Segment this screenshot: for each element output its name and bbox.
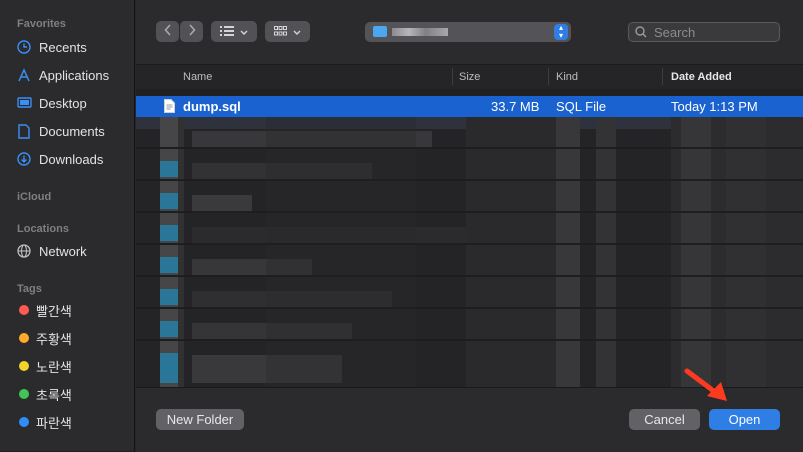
- sidebar-tag-yellow[interactable]: 노란색: [19, 355, 72, 377]
- open-file-dialog: Favorites Recents Applications Desktop D…: [0, 0, 803, 452]
- forward-button[interactable]: [180, 21, 203, 42]
- file-date: Today 1:13 PM: [671, 99, 758, 114]
- sidebar-tag-green[interactable]: 초록색: [19, 383, 72, 405]
- chevron-down-icon: [293, 25, 301, 39]
- sidebar-tag-orange[interactable]: 주황색: [19, 327, 72, 349]
- blurred-folder-name: [392, 28, 448, 36]
- clock-icon: [16, 39, 32, 55]
- column-name-header[interactable]: Name: [183, 71, 212, 83]
- table-row-selected[interactable]: dump.sql 33.7 MB SQL File Today 1:13 PM: [136, 96, 803, 117]
- sidebar-item-recents[interactable]: Recents: [16, 36, 87, 58]
- document-icon: [164, 99, 175, 116]
- chevron-down-icon: [240, 25, 248, 39]
- desktop-icon: [16, 95, 32, 111]
- list-view-button[interactable]: [211, 21, 257, 42]
- sidebar-item-documents[interactable]: Documents: [16, 120, 105, 142]
- chevron-left-icon: [163, 24, 172, 39]
- open-button[interactable]: Open: [709, 409, 780, 430]
- grid-view-button[interactable]: [265, 21, 310, 42]
- tag-label: 주황색: [36, 331, 72, 347]
- file-kind: SQL File: [556, 99, 607, 114]
- applications-icon: [16, 67, 32, 83]
- red-tag-dot-icon: [19, 305, 29, 315]
- document-icon: [16, 123, 32, 139]
- column-kind-header[interactable]: Kind: [556, 71, 578, 83]
- column-divider: [548, 68, 549, 85]
- blue-tag-dot-icon: [19, 417, 29, 427]
- chevron-right-icon: [188, 24, 196, 39]
- search-input[interactable]: [652, 23, 776, 41]
- green-tag-dot-icon: [19, 389, 29, 399]
- tag-label: 초록색: [36, 387, 72, 403]
- tag-label: 노란색: [36, 359, 72, 375]
- sidebar-item-label: Downloads: [39, 151, 104, 167]
- sidebar-item-label: Network: [39, 243, 87, 259]
- column-size-header[interactable]: Size: [459, 71, 480, 83]
- search-icon: [635, 26, 647, 38]
- sidebar-tag-red[interactable]: 빨간색: [19, 299, 72, 321]
- download-icon: [16, 151, 32, 167]
- grid-view-icon: [274, 25, 287, 39]
- search-field[interactable]: [628, 22, 780, 42]
- favorites-section-title: Favorites: [17, 18, 66, 30]
- sidebar-item-desktop[interactable]: Desktop: [16, 92, 87, 114]
- file-size: 33.7 MB: [491, 99, 540, 114]
- pixelated-file-rows: [136, 117, 803, 387]
- sidebar-tag-blue[interactable]: 파란색: [19, 411, 72, 433]
- column-divider: [452, 68, 453, 85]
- file-list[interactable]: dump.sql 33.7 MB SQL File Today 1:13 PM: [136, 89, 803, 387]
- toolbar: ▴ ▾: [136, 0, 803, 64]
- sidebar-item-applications[interactable]: Applications: [16, 64, 109, 86]
- annotation-arrow-icon: [684, 368, 727, 401]
- sidebar-item-network[interactable]: Network: [16, 240, 87, 262]
- file-name: dump.sql: [183, 99, 241, 114]
- sidebar-item-downloads[interactable]: Downloads: [16, 148, 103, 170]
- sidebar: Favorites Recents Applications Desktop D…: [0, 0, 135, 451]
- icloud-section-title: iCloud: [17, 191, 52, 203]
- folder-icon: [373, 26, 387, 37]
- tag-label: 파란색: [36, 415, 72, 431]
- sidebar-item-label: Applications: [39, 67, 110, 83]
- tags-section-title: Tags: [17, 283, 42, 295]
- locations-section-title: Locations: [17, 223, 69, 235]
- back-button[interactable]: [156, 21, 179, 42]
- sidebar-item-label: Documents: [39, 123, 105, 139]
- sidebar-item-label: Recents: [39, 39, 87, 55]
- location-popup[interactable]: ▴ ▾: [365, 22, 571, 42]
- new-folder-button[interactable]: New Folder: [156, 409, 244, 430]
- column-date-header[interactable]: Date Added: [671, 71, 732, 83]
- yellow-tag-dot-icon: [19, 361, 29, 371]
- column-divider: [662, 68, 663, 85]
- cancel-button[interactable]: Cancel: [629, 409, 700, 430]
- list-view-icon: [220, 25, 234, 39]
- column-header: Name Size Kind Date Added: [136, 64, 803, 90]
- globe-icon: [16, 243, 32, 259]
- tag-label: 빨간색: [36, 303, 72, 319]
- orange-tag-dot-icon: [19, 333, 29, 343]
- sidebar-item-label: Desktop: [39, 95, 87, 111]
- up-down-chevron-icon: ▴ ▾: [554, 24, 568, 40]
